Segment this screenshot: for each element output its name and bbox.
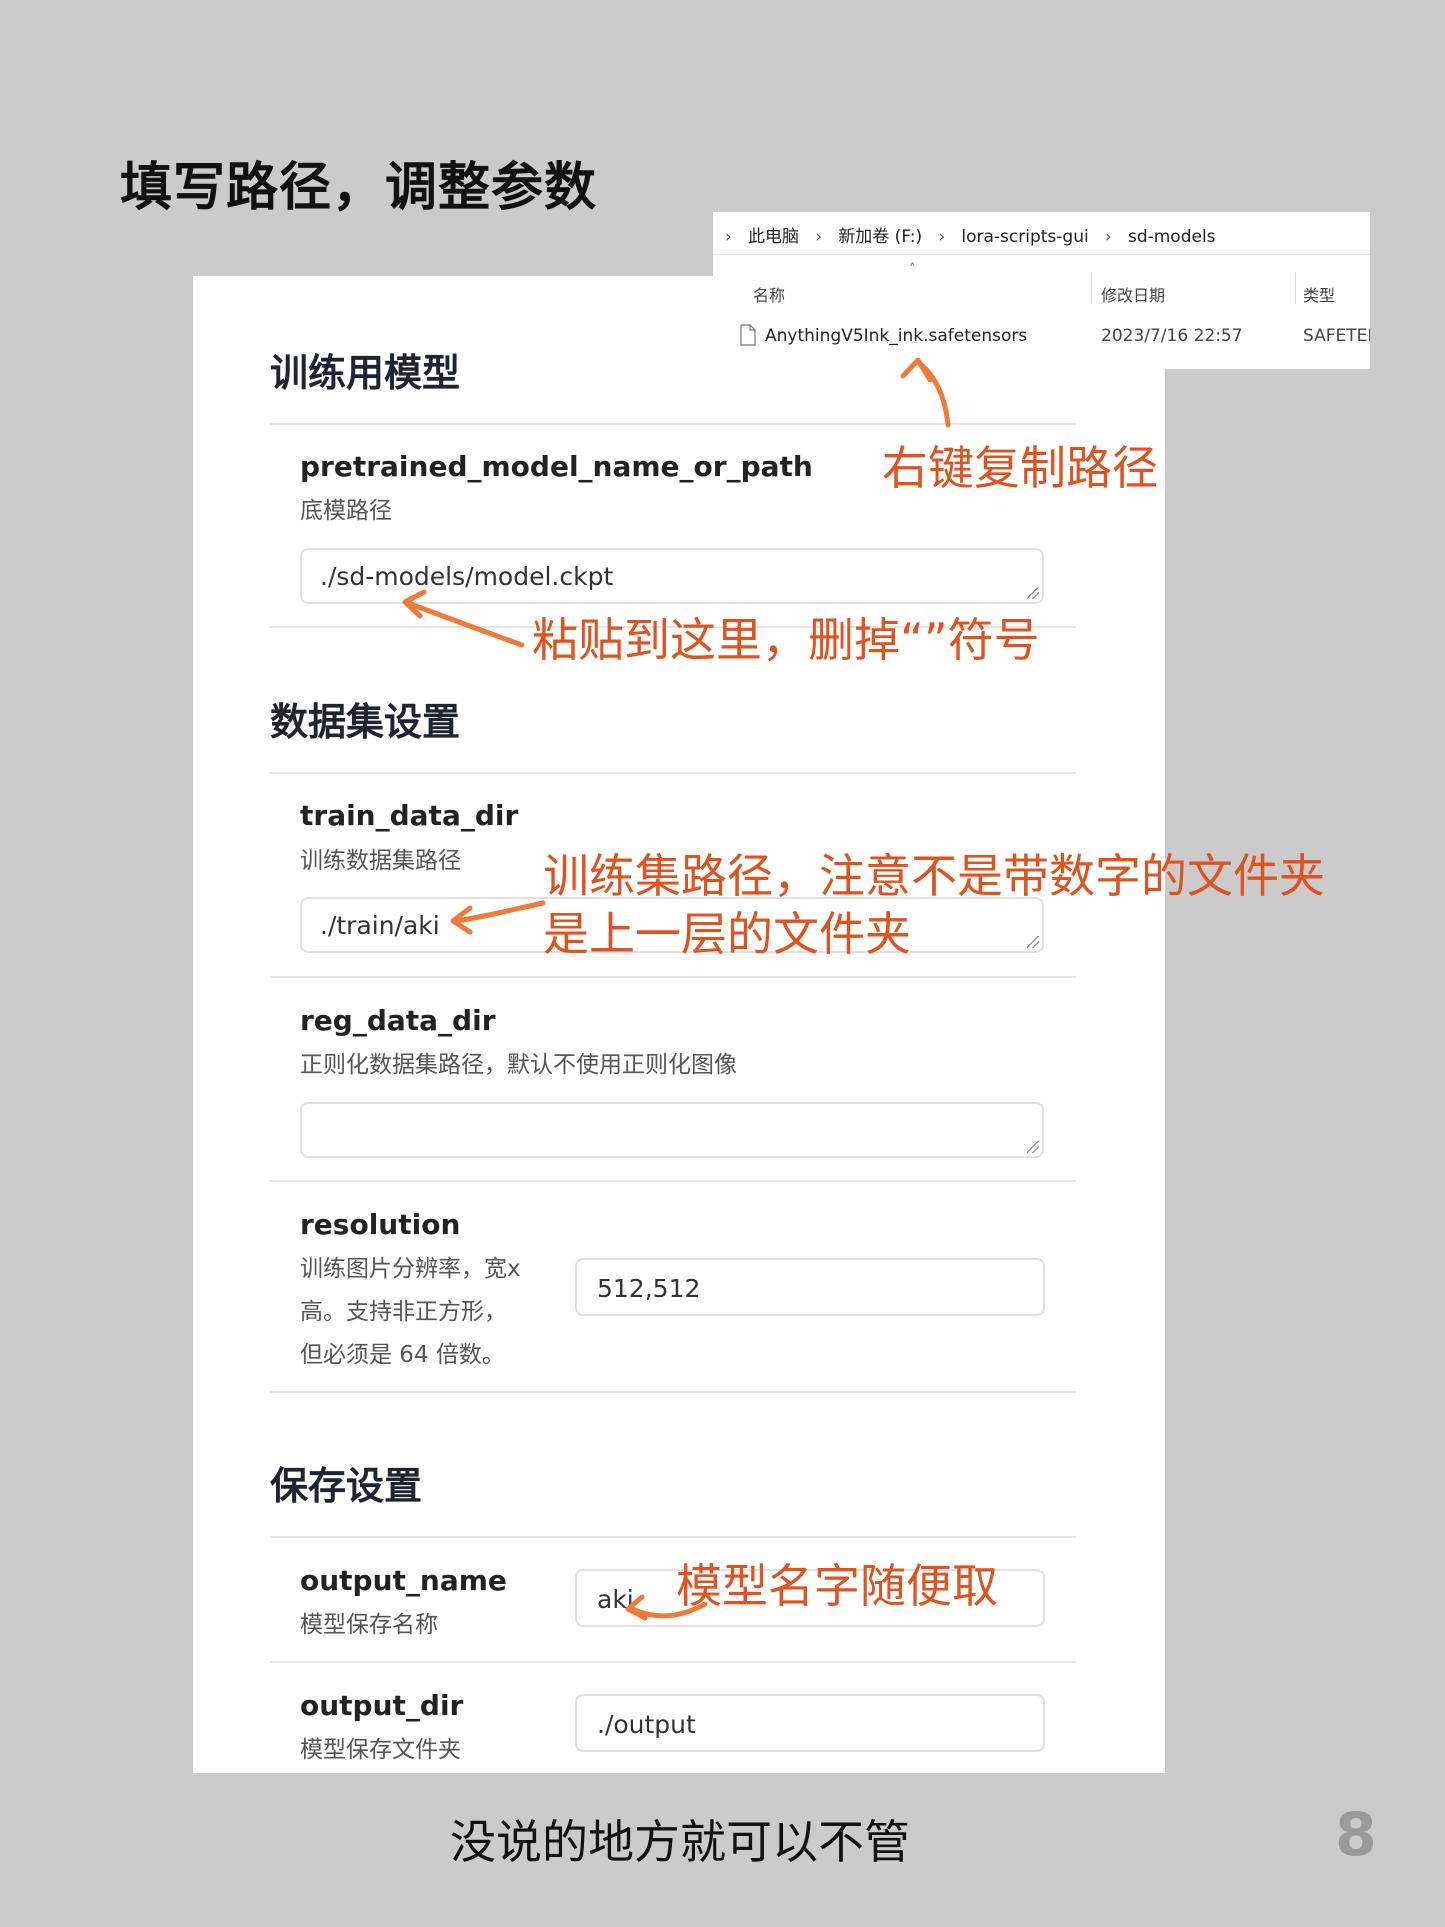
annotation-copy-path: 右键复制路径 <box>882 441 1158 495</box>
footer-caption: 没说的地方就可以不管 <box>450 1815 910 1869</box>
arrow-to-output-name-head <box>625 1594 648 1621</box>
annotation-train-dir-line2: 是上一层的文件夹 <box>543 907 911 961</box>
annotation-train-dir-line1: 训练集路径，注意不是带数字的文件夹 <box>543 849 1325 903</box>
arrow-to-pretrained <box>405 600 525 648</box>
page-number: 8 <box>1335 1800 1377 1870</box>
arrow-to-file-head <box>900 357 933 383</box>
annotation-paste-here: 粘贴到这里，删掉“”符号 <box>532 613 1040 667</box>
annotation-model-name: 模型名字随便取 <box>676 1559 998 1613</box>
